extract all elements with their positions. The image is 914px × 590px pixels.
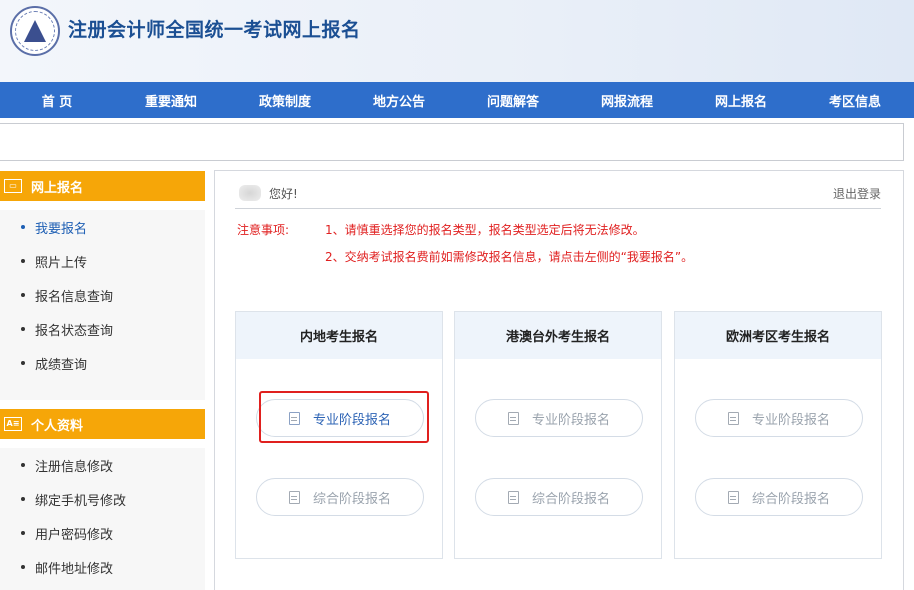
username-redacted	[239, 185, 261, 201]
comprehensive-stage-button[interactable]: 综合阶段报名	[256, 478, 424, 516]
monitor-icon: ▭	[4, 179, 22, 193]
bullet-icon	[21, 565, 25, 569]
button-label: 专业阶段报名	[531, 412, 610, 428]
sidebar-list-registration: 我要报名 照片上传 报名信息查询 报名状态查询 成绩查询	[0, 210, 205, 400]
sidebar-item-label: 报名状态查询	[35, 323, 114, 339]
button-label: 综合阶段报名	[312, 491, 391, 507]
sidebar-item-label: 绑定手机号修改	[35, 493, 127, 509]
greeting-text: 您好!	[269, 187, 298, 201]
sidebar-list-personal: 注册信息修改 绑定手机号修改 用户密码修改 邮件地址修改	[0, 448, 205, 590]
document-edit-icon	[288, 490, 300, 504]
main-nav: 首 页 重要通知 政策制度 地方公告 问题解答 网报流程 网上报名 考区信息	[0, 82, 914, 118]
greeting-row: 您好! 退出登录	[235, 179, 881, 209]
nav-registration-process[interactable]: 网报流程	[570, 91, 684, 110]
document-edit-icon	[507, 411, 519, 425]
nav-important-notices[interactable]: 重要通知	[114, 91, 228, 110]
button-label: 综合阶段报名	[531, 491, 610, 507]
nav-policies[interactable]: 政策制度	[228, 91, 342, 110]
document-edit-icon	[507, 490, 519, 504]
sidebar-head-personal-info: A≡ 个人资料	[0, 409, 205, 439]
sidebar-item-label: 照片上传	[35, 255, 88, 271]
notice-item-1: 1、请慎重选择您的报名类型，报名类型选定后将无法修改。	[325, 223, 645, 237]
card-europe-registration: 欧洲考区考生报名 专业阶段报名 综合阶段报名	[674, 311, 882, 559]
document-edit-icon	[288, 411, 300, 425]
comprehensive-stage-button[interactable]: 综合阶段报名	[475, 478, 643, 516]
sidebar-item-edit-password[interactable]: 用户密码修改	[0, 516, 205, 550]
sidebar-head-label: 个人资料	[31, 418, 84, 434]
cicpa-logo-icon	[10, 6, 60, 56]
sidebar-item-edit-registration-info[interactable]: 注册信息修改	[0, 448, 205, 482]
sidebar-item-score-query[interactable]: 成绩查询	[0, 346, 205, 380]
button-label: 专业阶段报名	[751, 412, 830, 428]
card-hk-macau-taiwan-foreign-registration: 港澳台外考生报名 专业阶段报名 综合阶段报名	[454, 311, 662, 559]
sidebar-item-label: 用户密码修改	[35, 527, 114, 543]
sidebar-item-label: 我要报名	[35, 221, 88, 237]
bullet-icon	[21, 327, 25, 331]
sidebar-item-registration-info-query[interactable]: 报名信息查询	[0, 278, 205, 312]
document-edit-icon	[727, 490, 739, 504]
id-card-icon: A≡	[4, 417, 22, 431]
notice-item-2: 2、交纳考试报名费前如需修改报名信息，请点击左侧的“我要报名”。	[325, 250, 694, 264]
button-label: 综合阶段报名	[751, 491, 830, 507]
nav-local-announcements[interactable]: 地方公告	[342, 91, 456, 110]
bullet-icon	[21, 225, 25, 229]
sidebar-item-registration-status-query[interactable]: 报名状态查询	[0, 312, 205, 346]
sidebar-item-label: 注册信息修改	[35, 459, 114, 475]
professional-stage-button[interactable]: 专业阶段报名	[475, 399, 643, 437]
site-title: 注册会计师全国统一考试网上报名	[68, 19, 361, 41]
sidebar-item-label: 报名信息查询	[35, 289, 114, 305]
nav-online-registration[interactable]: 网上报名	[684, 91, 798, 110]
notice-label: 注意事项:	[237, 223, 290, 237]
bullet-icon	[21, 293, 25, 297]
nav-faq[interactable]: 问题解答	[456, 91, 570, 110]
bullet-icon	[21, 259, 25, 263]
card-title: 内地考生报名	[236, 312, 442, 359]
sidebar-item-photo-upload[interactable]: 照片上传	[0, 244, 205, 278]
logout-link[interactable]: 退出登录	[833, 185, 881, 202]
bullet-icon	[21, 463, 25, 467]
sidebar-item-label: 成绩查询	[35, 357, 88, 373]
bullet-icon	[21, 531, 25, 535]
sidebar-item-register[interactable]: 我要报名	[0, 210, 205, 244]
comprehensive-stage-button[interactable]: 综合阶段报名	[695, 478, 863, 516]
sidebar-item-edit-phone[interactable]: 绑定手机号修改	[0, 482, 205, 516]
sidebar-item-label: 邮件地址修改	[35, 561, 114, 577]
bullet-icon	[21, 361, 25, 365]
professional-stage-button[interactable]: 专业阶段报名	[256, 399, 424, 437]
button-label: 专业阶段报名	[312, 412, 391, 428]
document-edit-icon	[727, 411, 739, 425]
card-mainland-registration: 内地考生报名 专业阶段报名 综合阶段报名	[235, 311, 443, 559]
main-panel: 您好! 退出登录 注意事项: 1、请慎重选择您的报名类型，报名类型选定后将无法修…	[214, 170, 904, 590]
nav-home[interactable]: 首 页	[0, 91, 114, 110]
sidebar-head-online-registration: ▭ 网上报名	[0, 171, 205, 201]
card-title: 港澳台外考生报名	[455, 312, 661, 359]
professional-stage-button[interactable]: 专业阶段报名	[695, 399, 863, 437]
site-header: 注册会计师全国统一考试网上报名	[0, 0, 914, 82]
card-title: 欧洲考区考生报名	[675, 312, 881, 359]
bullet-icon	[21, 497, 25, 501]
announcement-bar	[0, 123, 904, 161]
sidebar-head-label: 网上报名	[31, 180, 84, 196]
nav-exam-area-info[interactable]: 考区信息	[798, 91, 912, 110]
sidebar-item-edit-email[interactable]: 邮件地址修改	[0, 550, 205, 584]
